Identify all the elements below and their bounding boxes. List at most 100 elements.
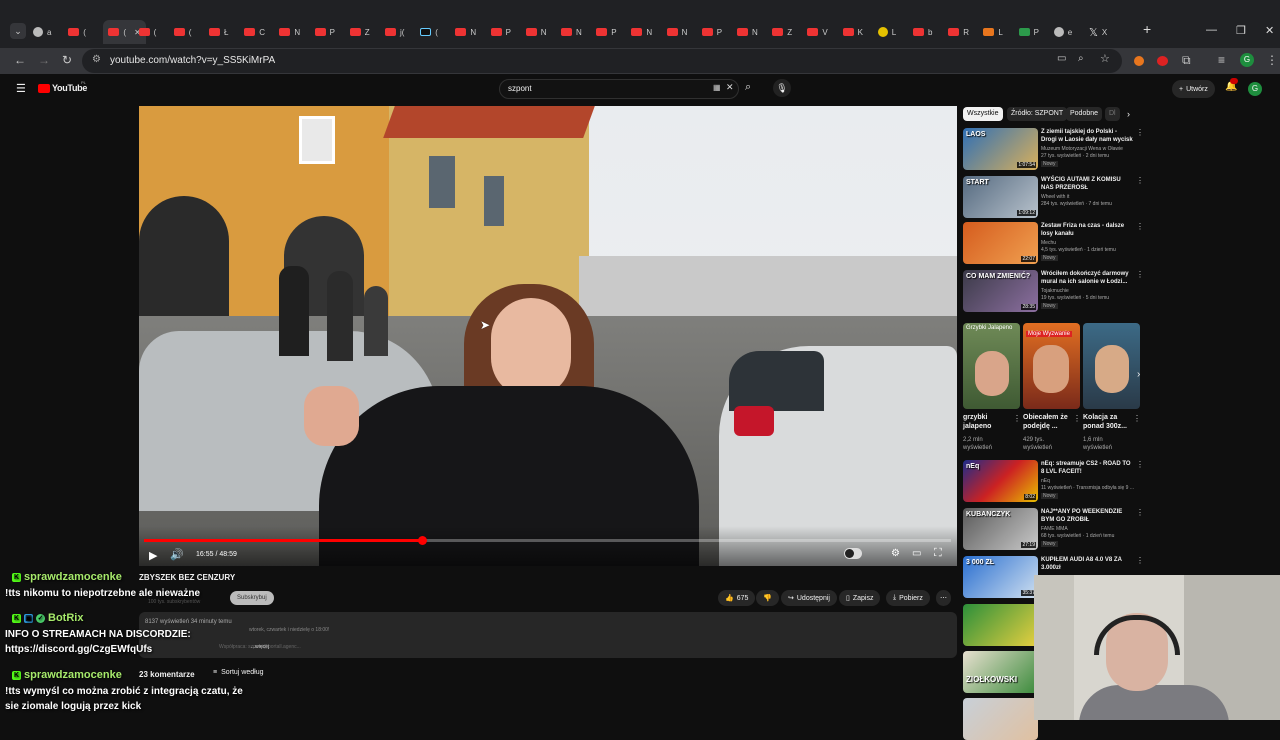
subscribe-button[interactable]: Subskrybuj — [230, 591, 274, 605]
short-thumbnail[interactable] — [1083, 323, 1140, 409]
create-button[interactable]: + Utwórz — [1172, 80, 1215, 98]
browser-tab[interactable]: j( — [385, 22, 404, 42]
browser-tab[interactable]: L — [983, 22, 1003, 42]
short-menu-dots-icon[interactable]: ⋮ — [1073, 414, 1081, 423]
miniplayer-icon[interactable]: ▭ — [912, 548, 921, 559]
voice-search-mic-icon[interactable]: 🎙 — [773, 79, 791, 97]
clear-search-icon[interactable]: ✕ — [726, 82, 734, 93]
video-menu-dots-icon[interactable]: ⋮ — [1136, 222, 1144, 231]
settings-gear-icon[interactable]: ⚙ — [891, 548, 900, 559]
restore-icon[interactable]: ❐ — [1236, 24, 1246, 37]
install-app-icon[interactable]: ▭ — [1057, 53, 1066, 64]
browser-tab[interactable]: P — [596, 22, 617, 42]
share-button[interactable]: ↪ Udostępnij — [781, 590, 837, 606]
extensions-puzzle-icon[interactable]: ⧉ — [1182, 53, 1191, 68]
sort-comments-button[interactable]: ≡ Sortuj według — [213, 669, 264, 676]
browser-tab[interactable]: Z — [772, 22, 792, 42]
keyboard-icon[interactable]: ▦ — [713, 83, 721, 92]
play-icon[interactable]: ▶ — [149, 549, 157, 562]
zoom-icon[interactable]: ⌕ — [1078, 53, 1084, 64]
profile-avatar-icon[interactable]: G — [1240, 53, 1254, 67]
video-thumbnail[interactable]: ZIOŁKOWSKI — [963, 651, 1038, 693]
browser-menu-icon[interactable]: ⋮ — [1266, 53, 1278, 67]
chip-similar[interactable]: Podobne — [1066, 107, 1103, 121]
short-thumbnail[interactable]: Moje Wyzwanie — [1023, 323, 1080, 409]
browser-tab[interactable]: R — [948, 22, 969, 42]
video-thumbnail[interactable]: nEq 8:02 — [963, 460, 1038, 502]
chip-all[interactable]: Wszystkie — [963, 107, 1003, 121]
video-thumbnail[interactable]: 3 000 ZŁ 35:37 — [963, 556, 1038, 598]
chips-next-chevron-icon[interactable]: › — [1127, 109, 1130, 119]
short-menu-dots-icon[interactable]: ⋮ — [1133, 414, 1141, 423]
chip-source[interactable]: Źródło: SZPONT — [1007, 107, 1068, 121]
channel-name[interactable]: ZBYSZEK BEZ CENZURY — [139, 573, 235, 582]
browser-tab[interactable]: ( — [173, 22, 191, 42]
site-info-icon[interactable]: ⚙ — [92, 54, 101, 65]
video-thumbnail[interactable] — [963, 698, 1038, 740]
short-title[interactable]: grzybki jalapeno — [963, 413, 1015, 431]
browser-tab[interactable]: a — [33, 22, 51, 42]
more-actions-button[interactable]: ⋯ — [936, 590, 951, 606]
account-avatar[interactable]: G — [1248, 82, 1262, 96]
video-thumbnail[interactable]: CO MAM ZMIENIĆ? 28:35 — [963, 270, 1038, 312]
search-box[interactable]: szpont ▦ ✕ — [499, 79, 739, 99]
browser-tab[interactable]: P — [490, 22, 511, 42]
browser-tab[interactable]: ( — [138, 22, 156, 42]
chip-more[interactable]: Dl — [1105, 107, 1120, 121]
back-arrow-icon[interactable]: ← — [14, 53, 26, 67]
like-button[interactable]: 👍 675 — [718, 590, 756, 606]
video-menu-dots-icon[interactable]: ⋮ — [1136, 176, 1144, 185]
dislike-button[interactable]: 👎 — [756, 590, 779, 606]
fullscreen-icon[interactable]: ⛶ — [934, 547, 942, 560]
browser-tab[interactable]: e — [1053, 22, 1072, 42]
extension-red-icon[interactable] — [1157, 56, 1168, 66]
browser-tab[interactable]: N — [666, 22, 687, 42]
autoplay-toggle[interactable] — [844, 548, 862, 559]
video-player[interactable]: ▶ 🔊 16:55 / 48:59 ⚙ ▭ ⛶ — [139, 106, 957, 566]
window-close-icon[interactable]: ✕ — [1265, 24, 1274, 37]
video-thumbnail[interactable]: KUBANCZYK 27:19 — [963, 508, 1038, 550]
tab-search-chevron-icon[interactable]: ⌄ — [10, 23, 26, 39]
progress-track[interactable] — [144, 539, 951, 542]
short-title[interactable]: Kolacja za ponad 300z... — [1083, 413, 1135, 431]
browser-tab[interactable]: C — [244, 22, 265, 42]
browser-tab[interactable]: N — [631, 22, 652, 42]
media-control-icon[interactable]: ≡ — [1218, 53, 1225, 67]
browser-tab[interactable]: ( — [68, 22, 86, 42]
short-title[interactable]: Obiecałem że podejdę ... — [1023, 413, 1075, 431]
extension-icon[interactable] — [1134, 56, 1144, 66]
browser-tab[interactable]: b — [913, 22, 932, 42]
browser-tab[interactable]: Ł — [209, 22, 228, 42]
video-thumbnail[interactable] — [963, 604, 1038, 646]
video-thumbnail[interactable]: 22:07 — [963, 222, 1038, 264]
download-button[interactable]: ⤓ Pobierz — [886, 590, 930, 606]
menu-hamburger-icon[interactable]: ☰ — [16, 82, 26, 95]
browser-tab[interactable]: 𝕏X — [1089, 22, 1107, 42]
video-menu-dots-icon[interactable]: ⋮ — [1136, 460, 1144, 469]
show-more-link[interactable]: ...więcej — [251, 644, 269, 650]
short-menu-dots-icon[interactable]: ⋮ — [1013, 414, 1021, 423]
browser-tab[interactable]: N — [561, 22, 582, 42]
video-menu-dots-icon[interactable]: ⋮ — [1136, 270, 1144, 279]
url-text[interactable]: youtube.com/watch?v=y_SS5KiMrPA — [110, 55, 275, 66]
browser-tab[interactable]: L — [877, 22, 896, 42]
browser-tab[interactable]: ( — [420, 22, 438, 42]
browser-tab[interactable]: N — [455, 22, 476, 42]
browser-tab[interactable]: P — [1018, 22, 1039, 42]
video-menu-dots-icon[interactable]: ⋮ — [1136, 128, 1144, 137]
forward-arrow-icon[interactable]: → — [38, 53, 50, 67]
volume-icon[interactable]: 🔊 — [170, 548, 184, 561]
video-thumbnail[interactable]: START 1:09:12 — [963, 176, 1038, 218]
browser-tab[interactable]: N — [279, 22, 300, 42]
video-thumbnail[interactable]: LAOS 1:07:54 — [963, 128, 1038, 170]
minimize-icon[interactable]: — — [1206, 24, 1217, 36]
browser-tab[interactable]: P — [701, 22, 722, 42]
bookmark-star-icon[interactable]: ☆ — [1100, 52, 1110, 65]
address-bar[interactable]: ⚙ youtube.com/watch?v=y_SS5KiMrPA ▭ ⌕ ☆ — [82, 49, 1122, 73]
video-menu-dots-icon[interactable]: ⋮ — [1136, 556, 1144, 565]
browser-tab[interactable]: N — [525, 22, 547, 42]
reload-icon[interactable]: ↻ — [62, 53, 72, 67]
save-button[interactable]: ▯ Zapisz — [839, 590, 881, 606]
youtube-logo-icon[interactable] — [38, 84, 50, 93]
description-box[interactable]: 8137 wyświetleń 34 minuty temu wtorek, c… — [139, 612, 957, 658]
